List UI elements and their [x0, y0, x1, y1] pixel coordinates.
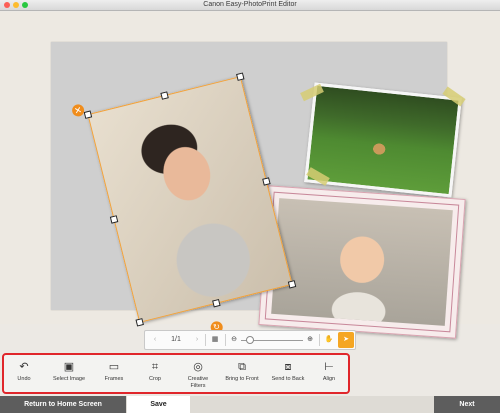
creative-filters-icon: ◎: [193, 361, 203, 373]
return-home-button[interactable]: Return to Home Screen: [0, 396, 126, 413]
resize-handle-bottom-left[interactable]: [135, 318, 144, 327]
frames-button[interactable]: ▭ Frames: [96, 358, 132, 392]
tool-label: Align: [322, 376, 336, 382]
tool-label: Creative Filters: [187, 376, 209, 389]
save-button[interactable]: Save: [127, 396, 190, 413]
baby-image: [271, 198, 453, 326]
undo-button[interactable]: ↶ Undo: [6, 358, 42, 392]
tool-label: Send to Back: [271, 376, 305, 382]
dog-image: [307, 85, 459, 195]
zoom-slider[interactable]: [241, 331, 303, 349]
selection-box: ✕ ↻: [70, 72, 297, 335]
grid-icon[interactable]: ▦: [208, 331, 222, 349]
tool-label: Bring to Front: [225, 376, 259, 382]
divider: [225, 334, 226, 346]
resize-handle-top[interactable]: [160, 91, 169, 100]
select-image-icon: ▣: [63, 361, 75, 373]
align-button[interactable]: ⊢ Align: [312, 358, 346, 392]
layout-canvas[interactable]: ✕ ↻: [51, 42, 466, 339]
zoom-out-icon[interactable]: ⊖: [229, 331, 239, 349]
hand-icon[interactable]: ✋: [323, 331, 335, 349]
crop-icon: ⌗: [151, 361, 159, 373]
edit-toolbar: ↶ Undo ▣ Select Image ▭ Frames ⌗ Crop ◎ …: [2, 353, 350, 394]
tool-label: Undo: [17, 376, 31, 382]
editor-area: ✕ ↻: [0, 12, 500, 339]
zoom-slider-knob[interactable]: [246, 336, 255, 344]
select-image-button[interactable]: ▣ Select Image: [46, 358, 92, 392]
resize-handle-left[interactable]: [109, 215, 119, 224]
tool-label: Crop: [149, 376, 161, 382]
page-indicator: 1/1: [171, 336, 181, 343]
resize-handle-top-right[interactable]: [236, 72, 245, 81]
bottom-bar: Return to Home Screen Save Next: [0, 396, 500, 413]
page-nav-toolbar: ‹ 1/1 › ▦ ⊖ ⊕ ✋ ➤: [144, 330, 356, 350]
previous-page-button[interactable]: ‹: [149, 331, 161, 349]
bring-to-front-button[interactable]: ⧉ Bring to Front: [220, 358, 264, 392]
photo-baby[interactable]: [258, 185, 466, 339]
creative-filters-button[interactable]: ◎ Creative Filters: [180, 358, 216, 392]
tool-label: Frames: [104, 376, 124, 382]
zoom-in-icon[interactable]: ⊕: [305, 331, 315, 349]
title-bar: Canon Easy-PhotoPrint Editor: [0, 0, 500, 11]
bring-to-front-icon: ⧉: [238, 361, 246, 373]
select-pointer-icon[interactable]: ➤: [338, 332, 354, 348]
resize-handle-top-left[interactable]: [83, 110, 93, 119]
divider: [205, 334, 206, 346]
send-to-back-icon: ⧈: [284, 361, 292, 373]
resize-handle-bottom[interactable]: [212, 298, 221, 308]
frames-icon: ▭: [108, 361, 120, 373]
delete-icon[interactable]: ✕: [70, 103, 86, 118]
crop-button[interactable]: ⌗ Crop: [137, 358, 173, 392]
next-button[interactable]: Next: [434, 396, 500, 413]
window-title: Canon Easy-PhotoPrint Editor: [203, 1, 297, 8]
undo-icon: ↶: [19, 361, 29, 373]
send-to-back-button[interactable]: ⧈ Send to Back: [266, 358, 310, 392]
divider: [319, 334, 320, 346]
align-icon: ⊢: [324, 361, 334, 373]
next-page-button[interactable]: ›: [191, 331, 203, 349]
tool-label: Select Image: [52, 376, 86, 382]
